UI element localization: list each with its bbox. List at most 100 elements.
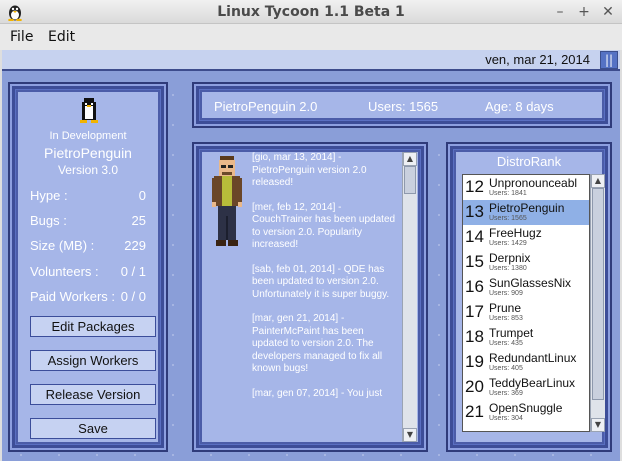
list-item[interactable]: 17 Prune Users: 853 <box>463 300 589 325</box>
rank-distro-name: RedundantLinux <box>489 351 577 365</box>
project-version: Version 3.0 <box>57 163 119 177</box>
stat-label: Bugs : <box>30 213 67 228</box>
stat-label: Hype : <box>30 188 68 203</box>
menu-edit[interactable]: Edit <box>48 29 75 45</box>
menu-edit-label: Edit <box>48 29 76 45</box>
game-area: ven, mar 21, 2014 || In Development Piet… <box>2 50 620 461</box>
rank-distro-name: PietroPenguin <box>489 201 565 215</box>
distrorank-scroll-thumb[interactable] <box>592 188 604 400</box>
distrorank-scrollbar[interactable]: ▲ ▼ <box>590 174 605 432</box>
distrorank-panel: DistroRank 12 Unpronounceabl Users: 1841… <box>446 142 612 452</box>
minimize-button[interactable]: – <box>550 2 570 22</box>
release-version-button[interactable]: Release Version <box>30 384 156 405</box>
rank-number: 17 <box>465 302 484 321</box>
rank-distro-name: Prune <box>489 301 522 315</box>
stat-value: 0 / 1 <box>120 264 146 279</box>
stat-value: 229 <box>124 238 146 253</box>
rank-users: Users: 1841 <box>489 190 527 197</box>
save-button[interactable]: Save <box>30 418 156 439</box>
current-date: ven, mar 21, 2014 <box>485 52 590 67</box>
close-button[interactable]: ✕ <box>598 2 618 22</box>
stat-label: Paid Workers : <box>30 289 116 304</box>
rank-number: 16 <box>465 277 484 296</box>
penguin-icon <box>80 98 98 123</box>
news-scroll-thumb[interactable] <box>404 166 416 194</box>
pause-button[interactable]: || <box>600 51 618 69</box>
rank-users: Users: 1429 <box>489 240 527 247</box>
rank-distro-name: TeddyBearLinux <box>489 376 576 390</box>
news-panel: [gio, mar 13, 2014] - PietroPenguin vers… <box>192 142 428 452</box>
rank-number: 15 <box>465 252 484 271</box>
scroll-up-icon[interactable]: ▲ <box>403 152 417 166</box>
rank-number: 14 <box>465 227 484 246</box>
news-item: [mar, gen 07, 2014] - You just <box>252 387 383 399</box>
menu-file[interactable]: File <box>10 29 33 45</box>
rank-distro-name: SunGlassesNix <box>489 276 572 290</box>
distro-users: Users: 1565 <box>368 99 439 114</box>
stat-paid-workers: Paid Workers : 0 / 0 <box>30 289 146 307</box>
list-item[interactable]: 21 OpenSnuggle Users: 304 <box>463 400 589 425</box>
list-item[interactable]: 16 SunGlassesNix Users: 909 <box>463 275 589 300</box>
rank-users: Users: 369 <box>489 390 523 397</box>
news-item: [mar, gen 21, 2014] - PainterMcPaint has… <box>252 313 383 374</box>
scroll-down-icon[interactable]: ▼ <box>591 418 605 432</box>
news-item: [gio, mar 13, 2014] - PietroPenguin vers… <box>252 152 367 188</box>
rank-users: Users: 304 <box>489 415 523 422</box>
news-item: [mer, feb 12, 2014] - CouchTrainer has b… <box>252 201 396 251</box>
rank-users: Users: 405 <box>489 365 523 372</box>
stat-value: 0 <box>138 188 146 203</box>
rank-number: 19 <box>465 352 484 371</box>
rank-distro-name: Unpronounceabl <box>489 176 578 190</box>
list-item[interactable]: 20 TeddyBearLinux Users: 369 <box>463 375 589 400</box>
rank-distro-name: FreeHugz <box>489 226 542 240</box>
rank-number: 20 <box>465 377 484 396</box>
date-bar: ven, mar 21, 2014 || <box>2 50 620 71</box>
stat-value: 25 <box>131 213 146 228</box>
distro-info-inner: PietroPenguin 2.0 Users: 1565 Age: 8 day… <box>200 90 604 120</box>
assign-workers-button[interactable]: Assign Workers <box>30 350 156 371</box>
rank-users: Users: 909 <box>489 290 523 297</box>
scroll-up-icon[interactable]: ▲ <box>591 174 605 188</box>
news-panel-inner: [gio, mar 13, 2014] - PietroPenguin vers… <box>200 150 420 444</box>
stat-bugs: Bugs : 25 <box>30 213 146 231</box>
rank-distro-name: OpenSnuggle <box>489 401 563 415</box>
rank-distro-name: Derpnix <box>489 251 531 265</box>
distrorank-inner: DistroRank 12 Unpronounceabl Users: 1841… <box>454 150 605 444</box>
list-item-selected[interactable]: 13 PietroPenguin Users: 1565 <box>463 200 589 225</box>
stat-size: Size (MB) : 229 <box>30 238 146 256</box>
rank-number: 21 <box>465 402 484 421</box>
news-feed[interactable]: [gio, mar 13, 2014] - PietroPenguin vers… <box>252 152 402 442</box>
rank-distro-name: Trumpet <box>489 326 534 340</box>
menu-bar: File Edit <box>0 24 622 50</box>
list-item[interactable]: 18 Trumpet Users: 435 <box>463 325 589 350</box>
news-item: [sab, feb 01, 2014] - QDE has been updat… <box>252 263 390 300</box>
project-name: PietroPenguin <box>44 145 132 161</box>
rank-users: Users: 435 <box>489 340 523 347</box>
distrorank-list[interactable]: 12 Unpronounceabl Users: 1841 13 PietroP… <box>462 174 590 432</box>
list-item[interactable]: 19 RedundantLinux Users: 405 <box>463 350 589 375</box>
distro-name: PietroPenguin 2.0 <box>214 99 318 114</box>
rank-number: 12 <box>465 177 484 196</box>
stat-hype: Hype : 0 <box>30 188 146 206</box>
stat-volunteers: Volunteers : 0 / 1 <box>30 264 146 282</box>
news-scrollbar[interactable]: ▲ ▼ <box>402 152 417 442</box>
project-panel: In Development PietroPenguin Version 3.0… <box>8 82 168 452</box>
rank-users: Users: 853 <box>489 315 523 322</box>
edit-packages-button[interactable]: Edit Packages <box>30 316 156 337</box>
rank-number: 18 <box>465 327 484 346</box>
distrorank-title: DistroRank <box>496 154 562 169</box>
rank-users: Users: 1565 <box>489 215 527 222</box>
distro-info-panel: PietroPenguin 2.0 Users: 1565 Age: 8 day… <box>192 82 612 128</box>
distro-age: Age: 8 days <box>485 99 554 114</box>
scroll-down-icon[interactable]: ▼ <box>403 428 417 442</box>
window-title: Linux Tycoon 1.1 Beta 1 <box>217 4 405 20</box>
list-item[interactable]: 14 FreeHugz Users: 1429 <box>463 225 589 250</box>
menu-file-label: File <box>10 29 34 45</box>
list-item[interactable]: 12 Unpronounceabl Users: 1841 <box>463 175 589 200</box>
title-bar: Linux Tycoon 1.1 Beta 1 – + ✕ <box>0 0 622 24</box>
list-item[interactable]: 15 Derpnix Users: 1380 <box>463 250 589 275</box>
maximize-button[interactable]: + <box>574 2 594 22</box>
project-status: In Development <box>49 130 127 142</box>
stat-value: 0 / 0 <box>120 289 146 304</box>
rank-users: Users: 1380 <box>489 265 527 272</box>
